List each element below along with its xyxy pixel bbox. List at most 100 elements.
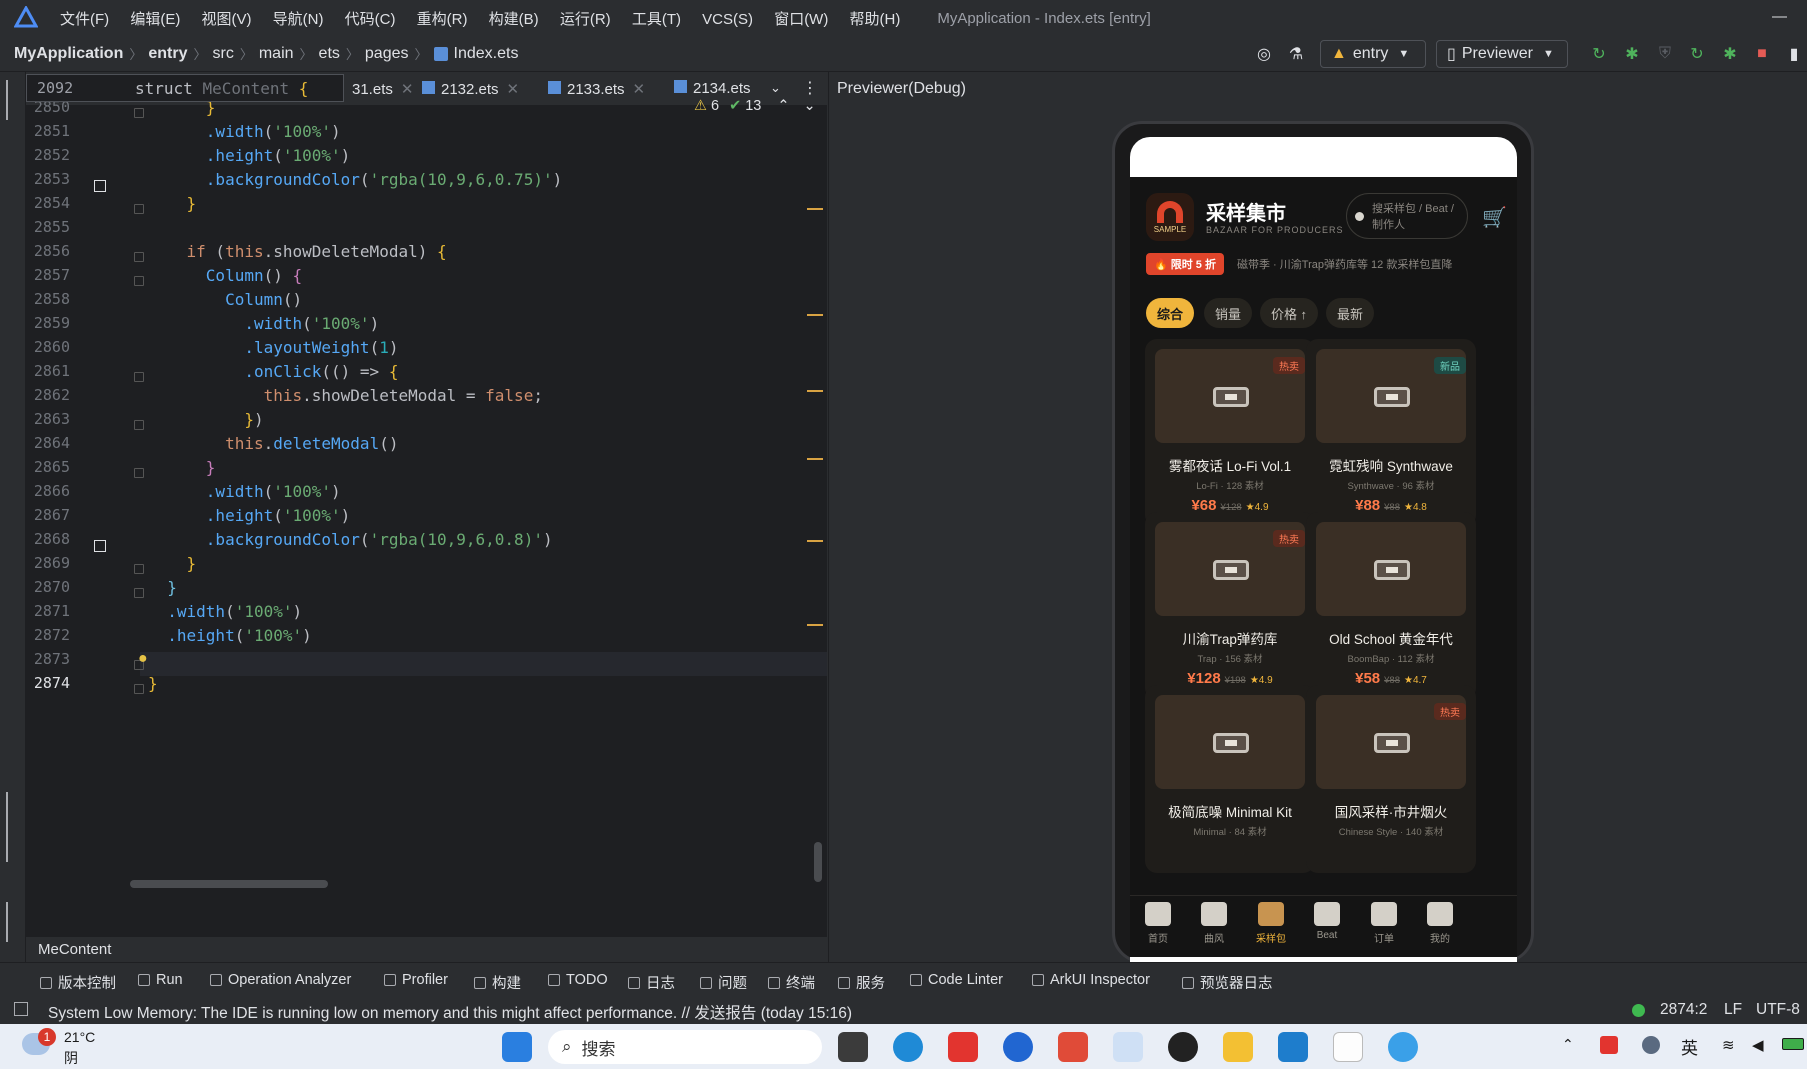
tab-genre[interactable]: 曲风	[1186, 902, 1242, 945]
cart-icon[interactable]: 🛒	[1482, 205, 1507, 230]
device-select[interactable]: ▯ Previewer ▼	[1436, 40, 1568, 68]
edge-icon[interactable]	[893, 1032, 923, 1062]
breadcrumb-pages[interactable]: pages	[365, 45, 409, 63]
battery-icon[interactable]	[1782, 1038, 1804, 1050]
run-config-select[interactable]: ▲ entry ▼	[1320, 40, 1426, 68]
product-card[interactable]: 热卖 川渝Trap弹药库 Trap · 156 素材 ¥128 ¥198 ★4.9	[1145, 512, 1315, 700]
menu-navigate[interactable]: 导航(N)	[273, 11, 324, 28]
wifi-icon[interactable]: ≋	[1722, 1036, 1735, 1054]
tray-chevron-icon[interactable]: ⌃	[1562, 1036, 1574, 1053]
close-icon[interactable]: ✕	[401, 81, 414, 98]
tab-file-1[interactable]: 31.ets ✕	[352, 80, 413, 98]
menu-view[interactable]: 视图(V)	[202, 11, 252, 28]
breadcrumb-file[interactable]: Index.ets	[454, 45, 519, 63]
menu-vcs[interactable]: VCS(S)	[702, 11, 753, 28]
wps-icon[interactable]	[948, 1032, 978, 1062]
debug-icon[interactable]: ✱	[1622, 44, 1642, 64]
windows-start-icon[interactable]	[502, 1032, 532, 1062]
lightbulb-icon[interactable]: ●	[138, 650, 148, 668]
menu-code[interactable]: 代码(C)	[345, 11, 396, 28]
tab-sample-packs[interactable]: 采样包	[1243, 902, 1299, 945]
browser-icon[interactable]	[1388, 1032, 1418, 1062]
sort-chip-sales[interactable]: 销量	[1204, 298, 1252, 328]
fold-marker-icon[interactable]	[134, 588, 144, 598]
tool-build[interactable]: 构建	[474, 972, 521, 993]
tab-file-2[interactable]: 2132.ets ✕	[422, 80, 519, 98]
warning-stripe[interactable]	[807, 540, 823, 542]
tab-file-3[interactable]: 2133.ets ✕	[548, 80, 645, 98]
project-tool-icon[interactable]	[6, 80, 20, 120]
sort-chip-price[interactable]: 价格 ↑	[1260, 298, 1318, 328]
tool-code-linter[interactable]: Code Linter	[910, 972, 1003, 988]
sticky-scope-header[interactable]: 2092 struct MeContent {	[26, 74, 344, 102]
tool-problems[interactable]: 问题	[700, 972, 747, 993]
sort-chip-overall[interactable]: 综合	[1146, 298, 1194, 328]
warning-stripe[interactable]	[807, 624, 823, 626]
cursor-position[interactable]: 2874:2	[1660, 1001, 1707, 1019]
menu-run[interactable]: 运行(R)	[560, 11, 611, 28]
breadcrumb-src[interactable]: src	[213, 45, 234, 63]
rerun-icon[interactable]: ↻	[1589, 44, 1609, 64]
profile-icon[interactable]: ✱	[1720, 44, 1740, 64]
menu-edit[interactable]: 编辑(E)	[130, 11, 180, 28]
menu-build[interactable]: 构建(B)	[489, 11, 539, 28]
tray-cloud-icon[interactable]	[1642, 1036, 1660, 1054]
tool-log[interactable]: 日志	[628, 972, 675, 993]
product-card[interactable]: 热卖 国风采样·市井烟火 Chinese Style · 140 素材	[1306, 685, 1476, 873]
apply-changes-icon[interactable]: ↻	[1687, 44, 1707, 64]
sort-chip-newest[interactable]: 最新	[1326, 298, 1374, 328]
tab-list-chevron-icon[interactable]: ⌄	[770, 80, 781, 96]
file-explorer-icon[interactable]	[1223, 1032, 1253, 1062]
qq-icon[interactable]	[1168, 1032, 1198, 1062]
fold-marker-icon[interactable]	[134, 276, 144, 286]
fold-marker-icon[interactable]	[134, 204, 144, 214]
bookmarks-tool-icon[interactable]	[6, 792, 20, 862]
warning-stripe[interactable]	[807, 458, 823, 460]
fold-marker-icon[interactable]	[134, 684, 144, 694]
inspection-widget[interactable]: ⚠ 6 ✔ 13 ⌃ ⌄	[694, 98, 816, 114]
tray-wps-icon[interactable]	[1600, 1036, 1618, 1054]
menu-tools[interactable]: 工具(T)	[632, 11, 681, 28]
tab-profile[interactable]: 我的	[1412, 902, 1468, 945]
fold-marker-icon[interactable]	[134, 252, 144, 262]
breadcrumb-ets[interactable]: ets	[319, 45, 340, 63]
menu-file[interactable]: 文件(F)	[60, 11, 109, 28]
tool-previewer-log[interactable]: 预览器日志	[1182, 972, 1273, 993]
vscode-icon[interactable]	[1278, 1032, 1308, 1062]
taskbar-search[interactable]: ⌕ 搜索	[548, 1030, 822, 1064]
more-options-icon[interactable]: ⋮	[802, 78, 818, 98]
panel-toggle-icon[interactable]	[14, 1002, 28, 1016]
prev-highlight-icon[interactable]: ⌃	[777, 98, 789, 114]
tool-arkui-inspector[interactable]: ArkUI Inspector	[1032, 972, 1150, 988]
tab-home[interactable]: 首页	[1130, 902, 1186, 945]
next-highlight-icon[interactable]: ⌄	[804, 98, 816, 114]
phone-screen[interactable]: SAMPLE 采样集市 BAZAAR FOR PRODUCERS 搜采样包 / …	[1130, 137, 1517, 967]
fold-marker-icon[interactable]	[134, 372, 144, 382]
target-icon[interactable]: ◎	[1254, 44, 1274, 64]
tool-services[interactable]: 服务	[838, 972, 885, 993]
volume-icon[interactable]: ◀	[1752, 1036, 1764, 1054]
tool-run[interactable]: Run	[138, 972, 183, 988]
menu-window[interactable]: 窗口(W)	[774, 11, 828, 28]
close-icon[interactable]: ✕	[633, 81, 646, 98]
breadcrumb-module[interactable]: entry	[148, 45, 187, 63]
ime-indicator[interactable]: 英	[1681, 1034, 1698, 1059]
fold-marker-icon[interactable]	[134, 564, 144, 574]
deveco-taskbar-icon[interactable]	[1113, 1032, 1143, 1062]
pdf-icon[interactable]	[1058, 1032, 1088, 1062]
product-card[interactable]: 新品 霓虹残响 Synthwave Synthwave · 96 素材 ¥88 ¥…	[1306, 339, 1476, 527]
more-tools-icon[interactable]: ▮	[1784, 44, 1804, 64]
promo-badge[interactable]: 🔥 限时 5 折	[1146, 253, 1224, 275]
tab-beat[interactable]: Beat	[1299, 902, 1355, 941]
minimize-button[interactable]: —	[1772, 8, 1787, 25]
fold-marker-icon[interactable]	[134, 420, 144, 430]
attach-debugger-icon[interactable]: ⛨	[1655, 44, 1675, 64]
file-encoding[interactable]: UTF-8	[1756, 1001, 1800, 1019]
fold-marker-icon[interactable]	[134, 108, 144, 118]
close-icon[interactable]: ✕	[507, 81, 520, 98]
warning-stripe[interactable]	[807, 314, 823, 316]
warning-stripe[interactable]	[807, 208, 823, 210]
product-card[interactable]: Old School 黄金年代 BoomBap · 112 素材 ¥58 ¥88 ★…	[1306, 512, 1476, 700]
menu-refactor[interactable]: 重构(R)	[417, 11, 468, 28]
tab-file-4[interactable]: 2134.ets	[674, 80, 784, 97]
